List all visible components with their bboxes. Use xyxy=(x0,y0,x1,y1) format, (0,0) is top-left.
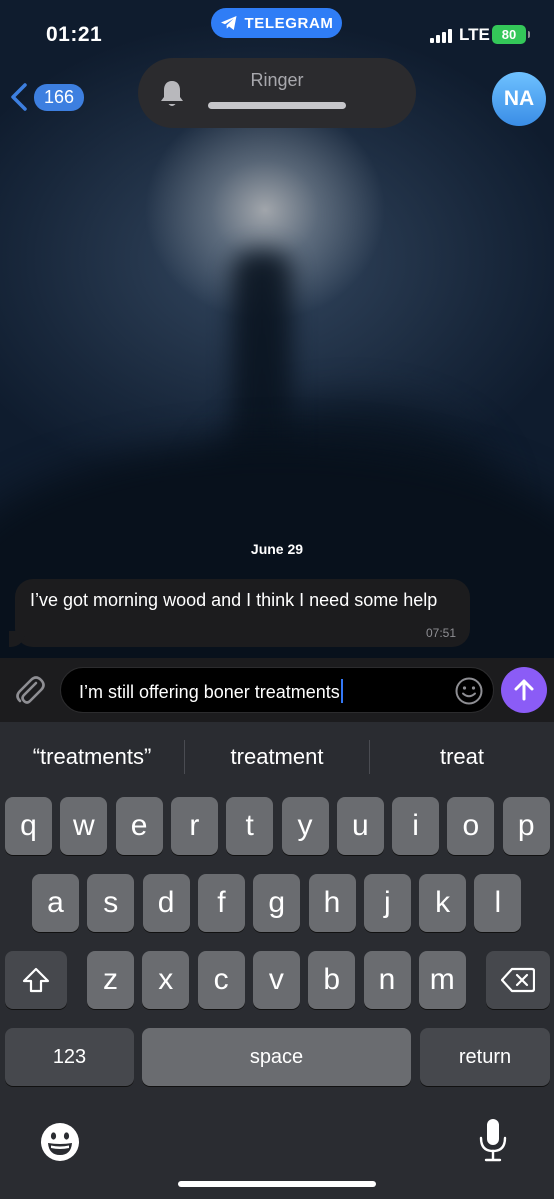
status-time: 01:21 xyxy=(46,23,103,46)
key-h[interactable]: h xyxy=(308,874,356,932)
emoji-keyboard-icon[interactable] xyxy=(40,1122,80,1162)
composer-bar: I’m still offering boner treatments xyxy=(0,658,554,722)
message-input[interactable]: I’m still offering boner treatments xyxy=(60,667,494,713)
avatar[interactable]: NA xyxy=(492,72,546,126)
message-text: I’ve got morning wood and I think I need… xyxy=(30,590,438,610)
message-bubble[interactable]: I’ve got morning wood and I think I need… xyxy=(9,579,470,647)
key-f[interactable]: f xyxy=(197,874,245,932)
key-b[interactable]: b xyxy=(308,951,356,1009)
key-a[interactable]: a xyxy=(32,874,79,932)
paperclip-icon[interactable] xyxy=(12,673,48,709)
key-r[interactable]: r xyxy=(170,797,218,855)
chevron-left-icon xyxy=(11,83,27,111)
key-c[interactable]: c xyxy=(197,951,245,1009)
network-label: LTE xyxy=(459,25,490,44)
numbers-key[interactable]: 123 xyxy=(5,1028,134,1086)
battery-level: 80 xyxy=(501,27,517,42)
key-g[interactable]: g xyxy=(253,874,301,932)
date-separator: June 29 xyxy=(250,541,304,557)
delete-key[interactable] xyxy=(486,951,550,1009)
back-button[interactable]: 166 xyxy=(8,82,85,112)
shift-icon xyxy=(22,967,50,993)
telegram-plane-icon xyxy=(220,16,237,30)
telegram-pill[interactable]: TELEGRAM xyxy=(211,8,342,38)
key-u[interactable]: u xyxy=(336,797,384,855)
microphone-icon[interactable] xyxy=(478,1118,508,1162)
key-x[interactable]: x xyxy=(142,951,190,1009)
chat-header: 166 Ringer NA xyxy=(0,56,554,130)
key-d[interactable]: d xyxy=(142,874,190,932)
suggestion-1[interactable]: “treatments” xyxy=(0,744,184,770)
key-i[interactable]: i xyxy=(392,797,440,855)
ringer-volume-bar xyxy=(208,102,346,109)
return-key[interactable]: return xyxy=(420,1028,550,1086)
message-time: 07:51 xyxy=(425,626,456,640)
backspace-icon xyxy=(501,967,535,993)
key-w[interactable]: w xyxy=(60,797,108,855)
status-bar: 01:21 TELEGRAM LTE 80 xyxy=(0,0,554,60)
key-n[interactable]: n xyxy=(363,951,411,1009)
message-input-text: I’m still offering boner treatments xyxy=(79,682,340,702)
ringer-label: Ringer xyxy=(250,70,304,90)
key-p[interactable]: p xyxy=(502,797,550,855)
key-j[interactable]: j xyxy=(363,874,411,932)
battery-icon: 80 xyxy=(492,25,530,44)
avatar-initials: NA xyxy=(503,87,535,110)
suggestion-3[interactable]: treat xyxy=(370,744,554,770)
key-q[interactable]: q xyxy=(5,797,52,855)
key-z[interactable]: z xyxy=(87,951,134,1009)
ringer-indicator[interactable]: Ringer xyxy=(138,58,416,128)
key-v[interactable]: v xyxy=(252,951,300,1009)
unread-badge: 166 xyxy=(34,83,85,111)
key-s[interactable]: s xyxy=(87,874,135,932)
send-button[interactable] xyxy=(501,667,547,713)
key-y[interactable]: y xyxy=(281,797,329,855)
signal-icon xyxy=(430,29,452,43)
arrow-up-icon xyxy=(514,679,534,701)
key-l[interactable]: l xyxy=(474,874,522,932)
key-m[interactable]: m xyxy=(418,951,466,1009)
key-k[interactable]: k xyxy=(419,874,467,932)
key-o[interactable]: o xyxy=(447,797,495,855)
home-indicator xyxy=(178,1181,376,1187)
keyboard: “treatments” treatment treat qwertyuiop … xyxy=(0,722,554,1199)
key-e[interactable]: e xyxy=(115,797,163,855)
sticker-emoji-icon[interactable] xyxy=(454,676,484,706)
suggestion-2[interactable]: treatment xyxy=(185,744,369,770)
space-key[interactable]: space xyxy=(142,1028,411,1086)
shift-key[interactable] xyxy=(5,951,67,1009)
key-t[interactable]: t xyxy=(226,797,274,855)
telegram-pill-label: TELEGRAM xyxy=(244,14,334,32)
suggestion-bar: “treatments” treatment treat xyxy=(0,722,554,792)
text-caret xyxy=(340,679,343,703)
